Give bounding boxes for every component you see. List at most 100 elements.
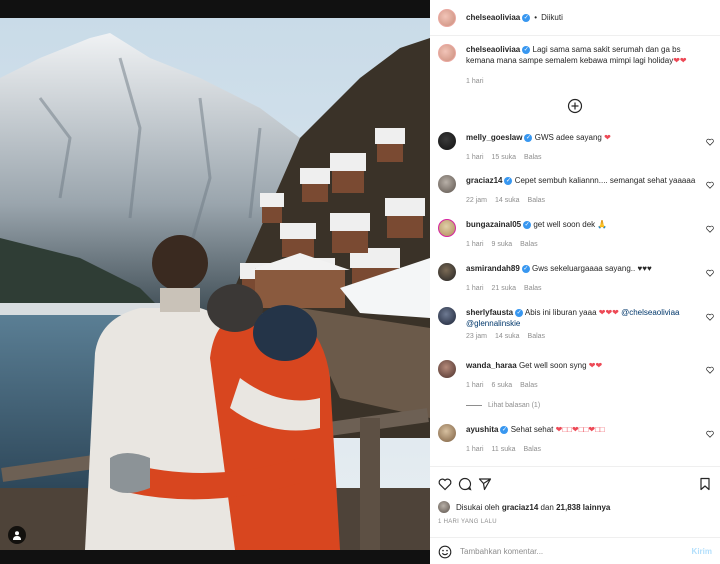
commenter-username[interactable]: melly_goeslaw xyxy=(466,133,522,142)
comment-time: 1 hari xyxy=(466,285,484,292)
verified-badge-icon: ✓ xyxy=(500,425,509,434)
bookmark-icon[interactable] xyxy=(698,477,712,491)
mention-link[interactable]: @glennalinskie xyxy=(466,319,520,328)
comment-likes[interactable]: 6 suka xyxy=(492,382,513,389)
reply-button[interactable]: Balas xyxy=(524,154,542,161)
post-side-panel: chelseaoliviaa ✓ • Diikuti chelseaolivia… xyxy=(430,0,720,564)
following-button[interactable]: Diikuti xyxy=(541,13,563,22)
comment-item: wanda_haraa Get well soon syng ❤❤ 1 hari… xyxy=(438,360,720,389)
likes-summary: Disukai oleh graciaz14 dan 21,838 lainny… xyxy=(438,501,610,513)
verified-badge-icon: ✓ xyxy=(524,133,533,142)
comment-emoji: ❤❤ xyxy=(588,361,603,370)
paper-plane-icon[interactable] xyxy=(478,477,492,491)
likes-prefix: Disukai oleh xyxy=(456,502,500,512)
comment-emoji: ❤ xyxy=(604,133,611,142)
comment-likes[interactable]: 15 suka xyxy=(492,154,517,161)
reply-button[interactable]: Balas xyxy=(520,241,538,248)
comment-likes[interactable]: 14 suka xyxy=(495,333,520,340)
reply-button[interactable]: Balas xyxy=(524,285,542,292)
user-icon xyxy=(13,531,21,540)
comment-icon[interactable] xyxy=(458,477,472,491)
commenter-avatar[interactable] xyxy=(438,307,456,325)
commenter-avatar[interactable] xyxy=(438,424,456,442)
reply-button[interactable]: Balas xyxy=(528,197,546,204)
commenter-username[interactable]: asmirandah89 xyxy=(466,264,520,273)
post-photo-panel xyxy=(0,0,430,564)
comment-time: 1 hari xyxy=(466,241,484,248)
reply-button[interactable]: Balas xyxy=(524,446,542,453)
post-comment-button[interactable]: Kirim xyxy=(692,547,712,556)
caption-time: 1 hari xyxy=(466,78,484,85)
comment-text: Get well soon syng xyxy=(518,361,587,370)
comment-emoji: ❤❤❤ xyxy=(598,308,619,317)
comment-text: Cepet sembuh kaliannn.... semangat sehat… xyxy=(514,176,696,185)
heart-outline-icon[interactable] xyxy=(706,366,714,374)
comment-time: 23 jam xyxy=(466,333,488,340)
comments-list[interactable]: chelseaoliviaa ✓ Lagi sama sama sakit ser… xyxy=(430,36,720,466)
commenter-username[interactable]: bungazainal05 xyxy=(466,220,521,229)
verified-badge-icon: ✓ xyxy=(522,13,531,22)
verified-badge-icon: ✓ xyxy=(504,176,513,185)
caption-avatar[interactable] xyxy=(438,44,456,62)
smiley-icon[interactable] xyxy=(438,545,452,559)
commenter-avatar[interactable] xyxy=(438,360,456,378)
likes-others[interactable]: 21,838 lainnya xyxy=(556,503,610,512)
add-comment-bar: Kirim xyxy=(430,537,720,564)
comment-text: Sehat sehat xyxy=(510,425,554,434)
comment-item: melly_goeslaw ✓ GWS adee sayang ❤ 1 hari … xyxy=(438,132,720,161)
liker-username[interactable]: graciaz14 xyxy=(502,503,538,512)
comment-time: 1 hari xyxy=(466,446,484,453)
comment-likes[interactable]: 9 suka xyxy=(492,241,513,248)
caption-emoji: ❤❤ xyxy=(673,56,687,65)
commenter-avatar[interactable] xyxy=(438,132,456,150)
comment-time: 22 jam xyxy=(466,197,488,204)
comment-text: Gws sekeluargaaaa sayang.. xyxy=(532,264,636,273)
comment-item: sherlyfausta ✓ Abis ini liburan yaaa ❤❤❤ … xyxy=(438,307,720,340)
commenter-username[interactable]: wanda_haraa xyxy=(466,361,517,370)
plus-circle-icon[interactable] xyxy=(567,98,583,114)
comment-time: 1 hari xyxy=(466,154,484,161)
post-header: chelseaoliviaa ✓ • Diikuti xyxy=(430,0,720,36)
mention-link[interactable]: @chelseaoliviaa xyxy=(621,308,679,317)
heart-outline-icon[interactable] xyxy=(706,313,714,321)
liker-avatar[interactable] xyxy=(438,501,450,513)
comment-emoji: 🙏 xyxy=(597,220,608,229)
comment-likes[interactable]: 21 suka xyxy=(492,285,517,292)
comment-emoji: ❤□□❤□□❤□□ xyxy=(555,425,605,434)
heart-outline-icon[interactable] xyxy=(706,269,714,277)
comment-likes[interactable]: 14 suka xyxy=(495,197,520,204)
verified-badge-icon: ✓ xyxy=(523,220,532,229)
post-timestamp[interactable]: 1 HARI YANG LALU xyxy=(438,519,497,525)
commenter-username[interactable]: ayushita xyxy=(466,425,498,434)
heart-outline-icon[interactable] xyxy=(706,225,714,233)
commenter-username[interactable]: graciaz14 xyxy=(466,176,502,185)
comment-text: GWS adee sayang xyxy=(534,133,602,142)
caption-username[interactable]: chelseaoliviaa xyxy=(466,45,520,54)
comment-time: 1 hari xyxy=(466,382,484,389)
separator-dot: • xyxy=(534,13,538,22)
reply-button[interactable]: Balas xyxy=(528,333,546,340)
commenter-avatar[interactable] xyxy=(438,219,456,237)
view-replies-button[interactable]: Lihat balasan (1) xyxy=(466,402,540,409)
comment-input[interactable] xyxy=(460,547,692,556)
commenter-avatar[interactable] xyxy=(438,263,456,281)
comment-item: graciaz14 ✓ Cepet sembuh kaliannn.... sem… xyxy=(438,175,720,204)
comment-likes[interactable]: 11 suka xyxy=(492,446,516,453)
verified-badge-icon: ✓ xyxy=(515,308,524,317)
comment-text: Abis ini liburan yaaa xyxy=(524,308,597,317)
heart-outline-icon[interactable] xyxy=(706,181,714,189)
comment-item: asmirandah89 ✓ Gws sekeluargaaaa sayang..… xyxy=(438,263,720,292)
post-photo[interactable] xyxy=(0,18,430,550)
heart-outline-icon[interactable] xyxy=(706,138,714,146)
tagged-users-button[interactable] xyxy=(8,526,26,544)
heart-icon[interactable] xyxy=(438,477,452,491)
author-username[interactable]: chelseaoliviaa xyxy=(466,13,520,22)
commenter-avatar[interactable] xyxy=(438,175,456,193)
likes-connector: dan xyxy=(540,502,554,512)
author-avatar[interactable] xyxy=(438,8,456,27)
heart-outline-icon[interactable] xyxy=(706,430,714,438)
reply-button[interactable]: Balas xyxy=(520,382,538,389)
commenter-username[interactable]: sherlyfausta xyxy=(466,308,513,317)
post-caption: chelseaoliviaa ✓ Lagi sama sama sakit ser… xyxy=(438,44,708,85)
divider xyxy=(466,405,482,406)
